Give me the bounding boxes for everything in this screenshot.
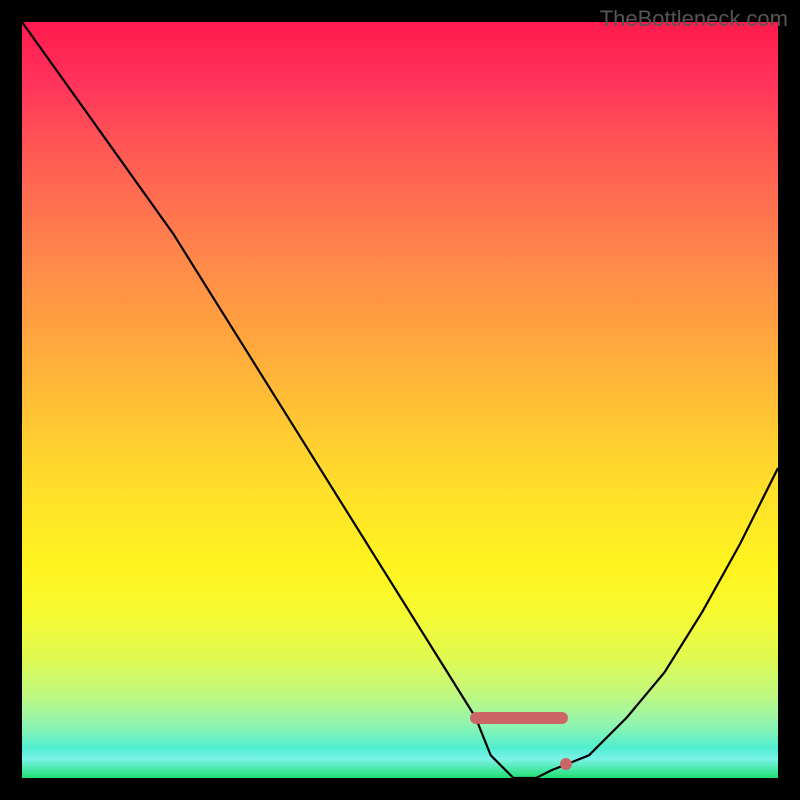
bottleneck-curve [22,22,778,778]
chart-plot-area [22,22,778,778]
highlight-band [474,712,569,724]
highlight-dot-left [470,712,482,724]
watermark-text: TheBottleneck.com [600,6,788,32]
